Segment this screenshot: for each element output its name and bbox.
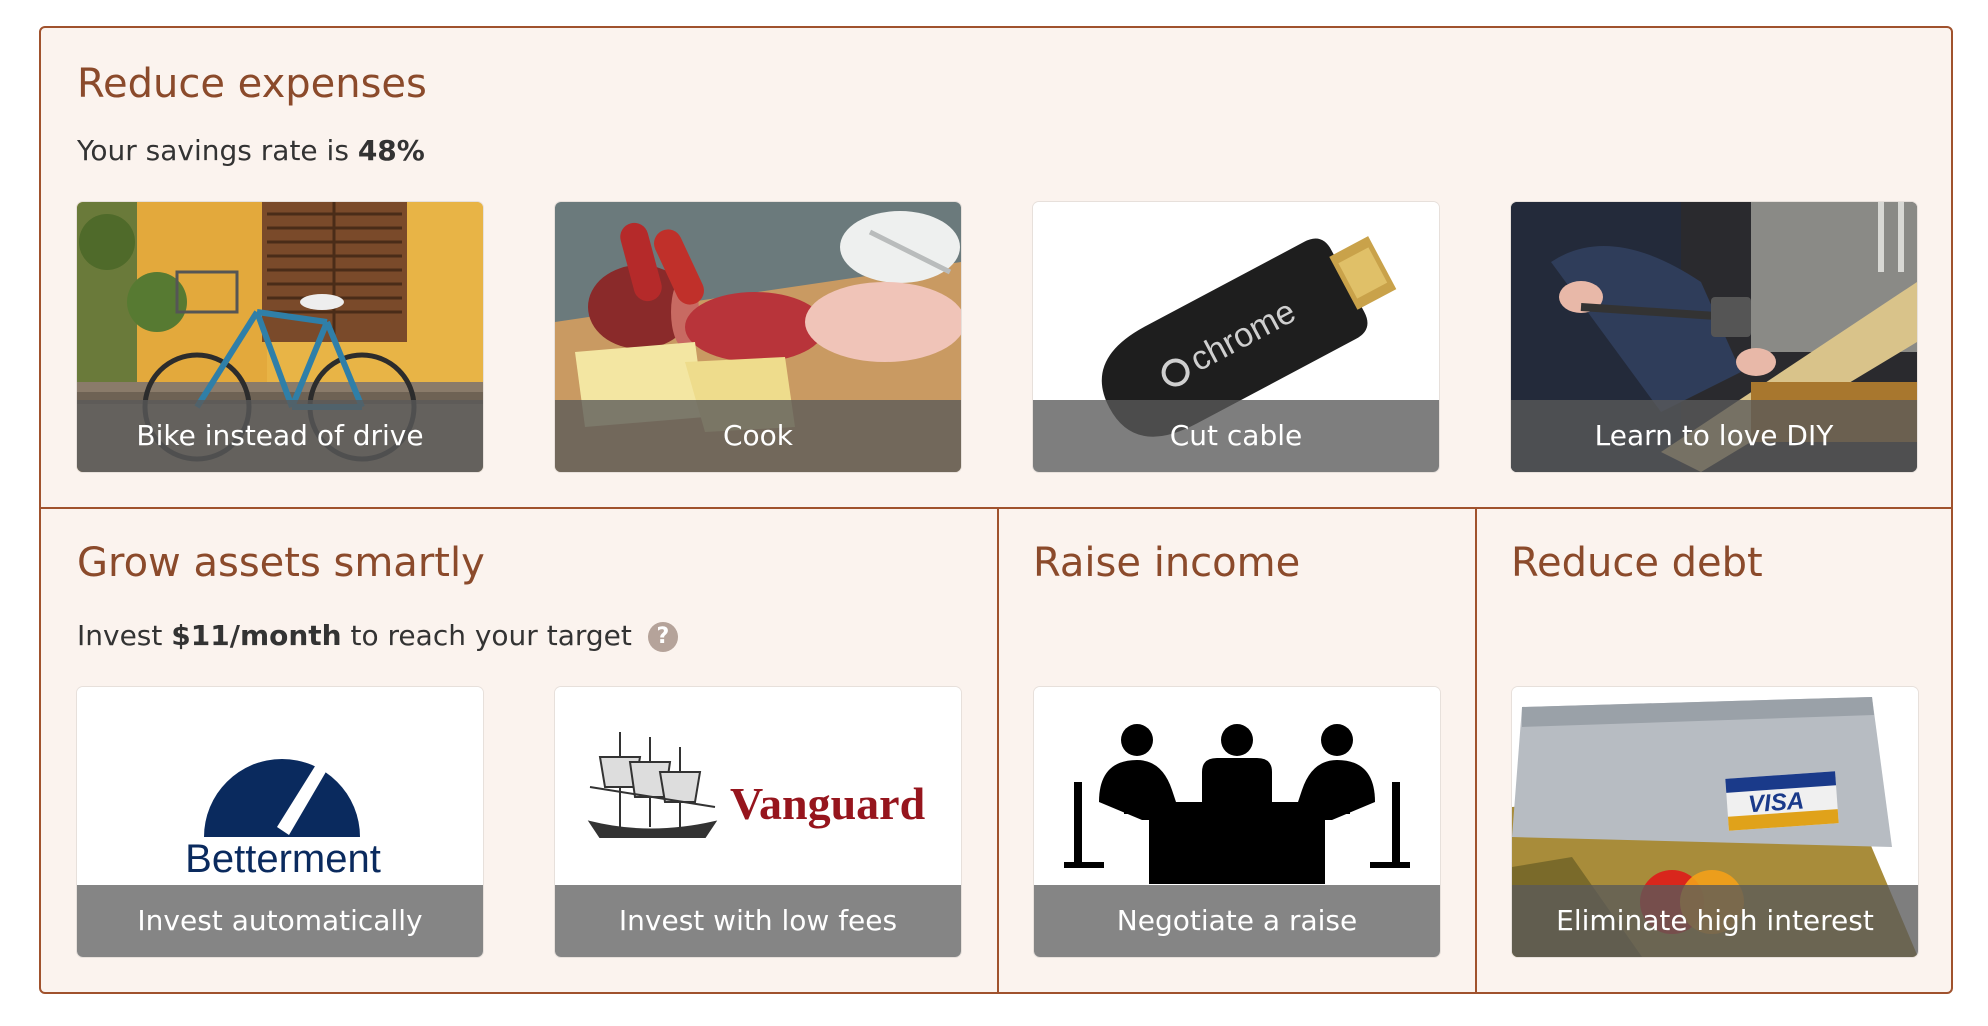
negotiate-a-raise-card[interactable]: Negotiate a raise — [1034, 687, 1440, 957]
eliminate-high-interest-card[interactable]: VISA Eliminate high interest — [1512, 687, 1918, 957]
bike-instead-of-drive-card[interactable]: Bike instead of drive — [77, 202, 483, 472]
card-caption: Invest automatically — [77, 885, 483, 957]
invest-target-text: Invest $11/month to reach your target? — [77, 619, 678, 653]
learn-to-love-diy-card[interactable]: Learn to love DIY — [1511, 202, 1917, 472]
card-caption: Invest with low fees — [555, 885, 961, 957]
savings-rate-label: Your savings rate is — [77, 134, 358, 167]
raise-income-section: Raise income Negotiate a raise — [999, 509, 1475, 992]
savings-rate-value: 48% — [357, 134, 425, 167]
invest-automatically-card[interactable]: Betterment Invest automatically — [77, 687, 483, 957]
reduce-debt-section: Reduce debt VISA Eliminate high interest — [1477, 509, 1951, 992]
invest-prefix: Invest — [77, 619, 172, 652]
invest-amount: $11/month — [171, 619, 342, 652]
vanguard-logo-text: Vanguard — [730, 778, 926, 829]
card-caption: Negotiate a raise — [1034, 885, 1440, 957]
card-caption: Cut cable — [1033, 400, 1439, 472]
card-caption: Eliminate high interest — [1512, 885, 1918, 957]
help-icon[interactable]: ? — [647, 622, 678, 652]
grow-assets-heading: Grow assets smartly — [77, 540, 485, 586]
reduce-expenses-section: Reduce expenses Your savings rate is 48% — [41, 28, 1951, 507]
savings-rate-text: Your savings rate is 48% — [77, 134, 425, 168]
reduce-debt-heading: Reduce debt — [1511, 540, 1763, 586]
betterment-logo-text: Betterment — [185, 837, 381, 881]
raise-income-heading: Raise income — [1033, 540, 1301, 586]
visa-logo-text: VISA — [1747, 787, 1805, 818]
grow-assets-section: Grow assets smartly Invest $11/month to … — [41, 509, 997, 992]
invest-suffix: to reach your target — [341, 619, 632, 652]
cut-cable-card[interactable]: chrome Cut cable — [1033, 202, 1439, 472]
invest-with-low-fees-card[interactable]: Vanguard Invest with low fees — [555, 687, 961, 957]
card-caption: Cook — [555, 400, 961, 472]
card-caption: Learn to love DIY — [1511, 400, 1917, 472]
cook-card[interactable]: Cook — [555, 202, 961, 472]
dashboard-panel: Reduce expenses Your savings rate is 48% — [39, 26, 1953, 994]
reduce-expenses-heading: Reduce expenses — [77, 61, 427, 107]
card-caption: Bike instead of drive — [77, 400, 483, 472]
